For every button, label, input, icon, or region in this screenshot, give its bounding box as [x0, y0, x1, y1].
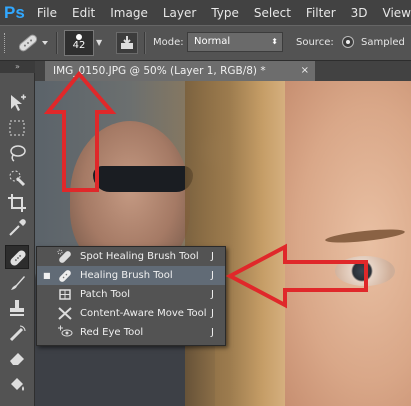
annotation-arrows: [43, 70, 368, 309]
annotation-arrow-up: [43, 70, 117, 192]
annotation-arrow-left: [225, 243, 368, 309]
